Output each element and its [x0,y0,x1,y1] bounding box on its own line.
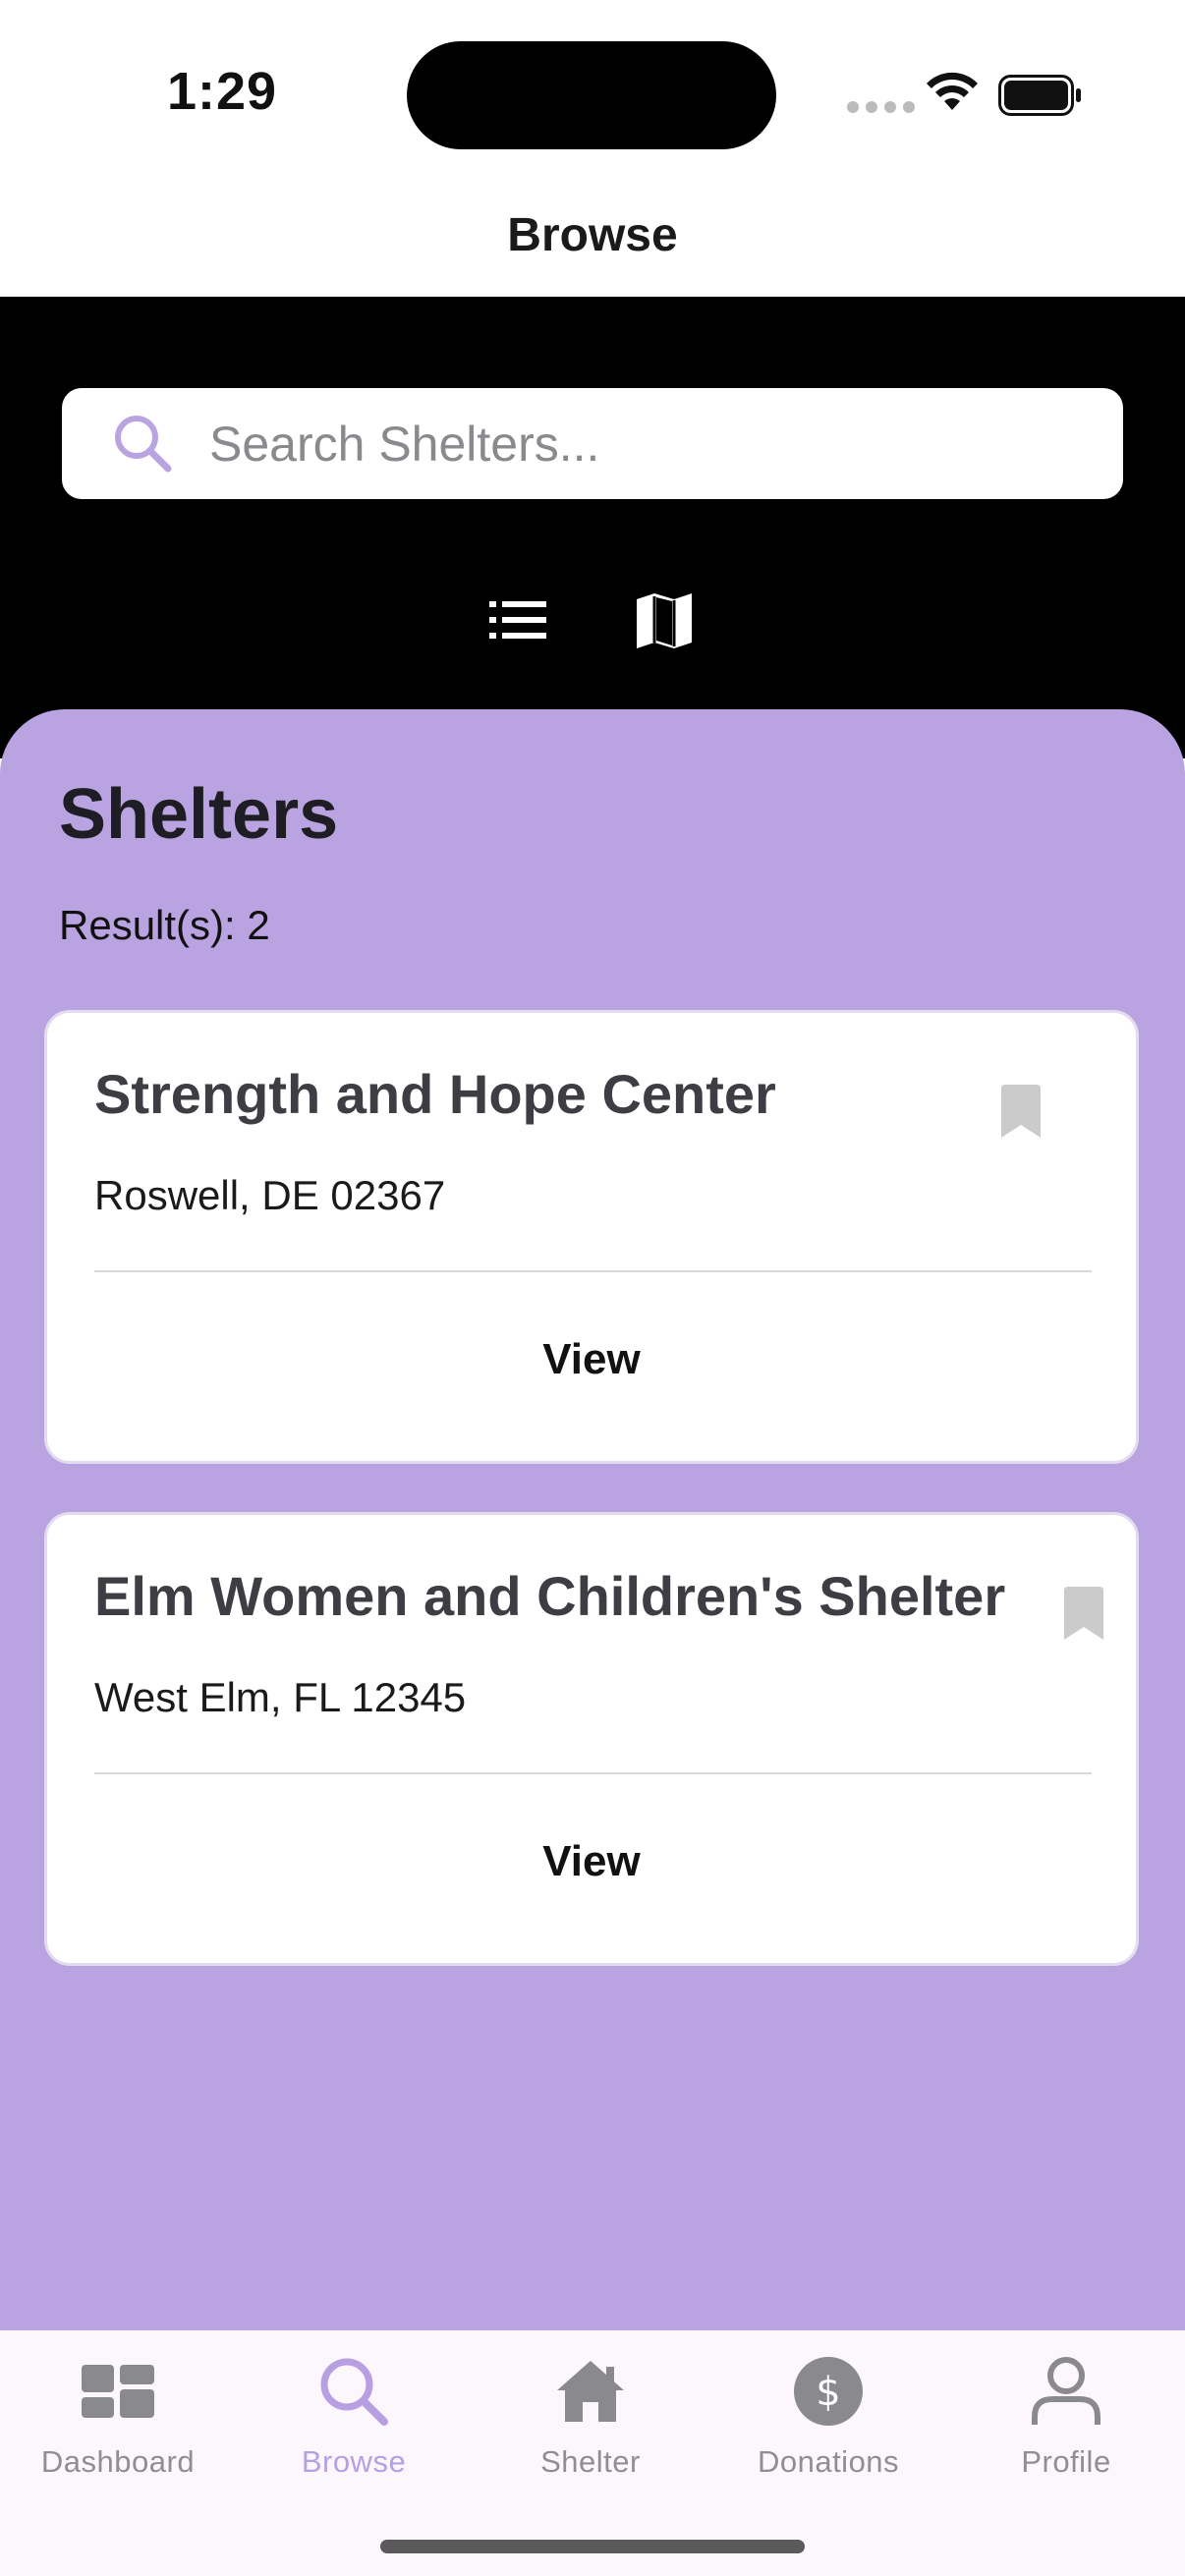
home-indicator [380,2540,805,2553]
search-placeholder: Search Shelters... [209,417,600,472]
page-title: Browse [507,209,678,261]
dynamic-island [407,41,776,149]
list-view-icon[interactable] [489,595,546,644]
tab-label: Dashboard [40,2444,196,2479]
wifi-icon [927,72,978,110]
map-view-icon[interactable] [635,591,694,650]
tab-label: Donations [757,2444,900,2479]
tab-label: Browse [301,2444,407,2479]
shelter-card: Elm Women and Children's Shelter West El… [44,1512,1139,1966]
search-input[interactable]: Search Shelters... [62,388,1123,499]
tab-shelter[interactable]: Shelter [473,2352,708,2480]
section-title: Shelters [59,775,339,854]
view-button[interactable]: View [47,1837,1136,1886]
svg-text:$: $ [816,2370,840,2415]
battery-icon [998,75,1081,116]
person-icon [1032,2357,1100,2425]
tab-dashboard[interactable]: Dashboard [0,2352,236,2480]
card-divider [94,1772,1092,1774]
card-divider [94,1270,1092,1272]
result-count: Result(s): 2 [59,902,270,948]
shelter-address: West Elm, FL 12345 [94,1674,467,1720]
cellular-signal-icon [847,101,915,113]
shelter-name: Elm Women and Children's Shelter [94,1565,1006,1627]
tab-label: Shelter [540,2444,641,2479]
search-icon [115,416,172,473]
bookmark-icon[interactable] [998,1084,1044,1139]
house-icon [557,2361,624,2422]
search-header [0,297,1185,758]
shelter-name: Strength and Hope Center [94,1063,776,1125]
dollar-icon: $ [794,2357,863,2426]
tab-browse[interactable]: Browse [236,2352,472,2480]
dashboard-icon [82,2365,154,2418]
tab-label: Profile [1021,2444,1111,2479]
shelter-card: Strength and Hope Center Roswell, DE 023… [44,1010,1139,1464]
tab-profile[interactable]: Profile [948,2352,1184,2480]
bookmark-icon[interactable] [1061,1586,1106,1641]
tab-donations[interactable]: $ Donations [710,2352,946,2480]
shelter-address: Roswell, DE 02367 [94,1172,446,1218]
view-button[interactable]: View [47,1335,1136,1384]
status-time: 1:29 [167,62,278,121]
status-bar: 1:29 [0,0,1185,187]
search-icon [320,2358,388,2426]
